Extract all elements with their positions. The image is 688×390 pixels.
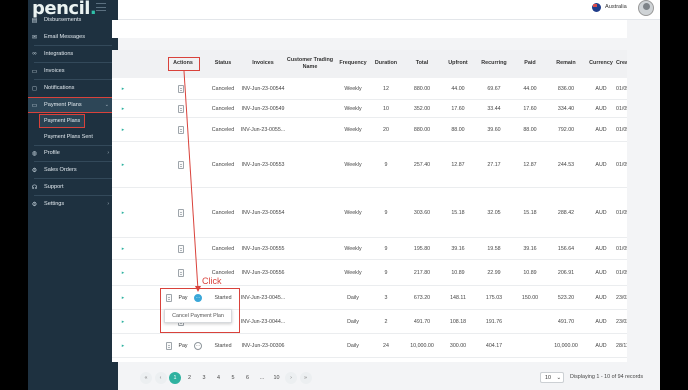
page-button-3[interactable]: 3 [198,372,210,384]
last-page-button[interactable]: » [299,372,312,384]
page-button-2[interactable]: 2 [184,372,196,384]
page-button-6[interactable]: 6 [242,372,254,384]
cancel-payment-plan-menu-item[interactable]: Cancel Payment Plan [164,309,232,323]
page-ellipsis: ... [259,375,265,381]
page-button-1[interactable]: 1 [169,372,181,384]
page-button-10[interactable]: 10 [271,372,283,384]
pagination: « ‹ 1 2 3 4 5 6 ... 10 › » [140,371,314,385]
first-page-button[interactable]: « [140,372,152,384]
click-annotation-label: Click [202,276,222,286]
annotation-arrow [183,70,201,292]
prev-page-button[interactable]: ‹ [154,372,167,384]
next-page-button[interactable]: › [285,372,297,384]
records-count: Displaying 1 - 10 of 94 records [570,374,644,380]
chevron-down-icon: ⌄ [556,374,561,381]
per-page-select[interactable]: 10 ⌄ [540,372,564,383]
page-button-4[interactable]: 4 [213,372,225,384]
page-button-5[interactable]: 5 [227,372,239,384]
